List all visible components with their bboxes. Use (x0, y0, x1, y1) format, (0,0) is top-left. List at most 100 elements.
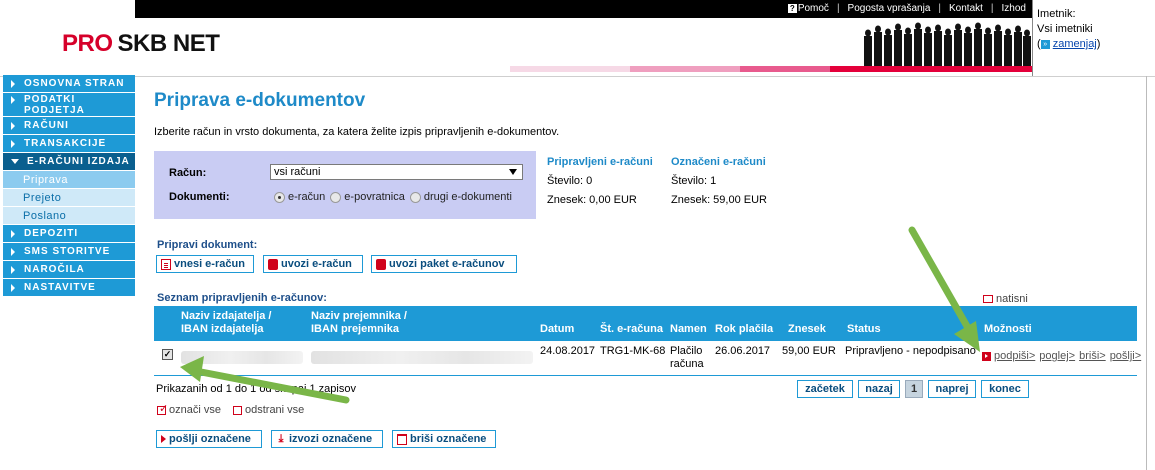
sidebar-item-einvoices-issue[interactable]: E-RAČUNI IZDAJA (3, 153, 135, 171)
logout-link[interactable]: Izhod (1002, 3, 1026, 14)
account-select[interactable]: vsi računi (270, 164, 523, 180)
chevron-right-icon (11, 247, 15, 256)
import-einvoice-package-button[interactable]: uvozi paket e-računov (371, 255, 517, 273)
sidebar-item-transactions[interactable]: TRANSAKCIJE (3, 135, 135, 153)
sidebar-item-deposits[interactable]: DEPOZITI (3, 225, 135, 243)
trash-icon (397, 433, 407, 445)
document-type-radios: e-račun e-povratnica drugi e-dokumenti (274, 191, 517, 203)
pager-first-button[interactable]: začetek (797, 380, 853, 398)
redacted-recipient (311, 351, 533, 364)
help-link[interactable]: Pomoč (798, 3, 829, 14)
mark-all-link[interactable]: označi vse (157, 402, 221, 416)
sidebar-subitem-sent[interactable]: Poslano (3, 207, 135, 225)
radio-other-edocs[interactable]: drugi e-dokumenti (409, 191, 512, 203)
pager-prev-button[interactable]: nazaj (858, 380, 900, 398)
export-marked-button[interactable]: ⤓ izvozi označene (271, 430, 383, 448)
chevron-right-icon (11, 121, 15, 130)
document-icon (161, 258, 171, 270)
radio-selected-icon (274, 191, 285, 203)
import-package-icon (376, 258, 386, 270)
delete-link[interactable]: briši> (1079, 350, 1106, 362)
cell-number: TRG1-MK-68 (600, 345, 666, 357)
col-amount: Znesek (788, 323, 826, 335)
chevron-right-icon (11, 265, 15, 274)
download-icon: ⤓ (278, 432, 284, 445)
help-icon: ? (787, 4, 797, 13)
sidebar-item-accounts[interactable]: RAČUNI (3, 117, 135, 135)
change-owner-link[interactable]: zamenjaj (1053, 38, 1097, 50)
col-recipient: Naziv prejemnika / IBAN prejemnika (311, 310, 407, 335)
intro-text: Izberite račun in vrsto dokumenta, za ka… (154, 126, 560, 138)
import-einvoice-button[interactable]: uvozi e-račun (263, 255, 363, 273)
faq-link[interactable]: Pogosta vprašanja (848, 3, 931, 14)
import-icon (268, 258, 278, 270)
cell-status: Pripravljeno - nepodpisano (845, 345, 976, 357)
view-link[interactable]: poglej> (1039, 350, 1075, 362)
empty-box-icon (232, 405, 242, 415)
right-border (1146, 76, 1147, 470)
filter-panel: Račun: vsi računi Dokumenti: e-račun e-p… (154, 151, 536, 219)
sidebar-item-sms[interactable]: SMS STORITVE (3, 243, 135, 261)
prepared-count: Število: 0 (547, 175, 593, 187)
send-link[interactable]: pošlji> (1110, 350, 1142, 362)
sidebar-item-orders[interactable]: NAROČILA (3, 261, 135, 279)
owner-change: (» zamenjaj) (1037, 38, 1101, 50)
owner-box: Imetnik: Vsi imetniki (» zamenjaj) (1032, 0, 1155, 76)
prepare-document-title: Pripravi dokument: (157, 239, 258, 251)
radio-icon (330, 191, 342, 203)
col-date: Datum (540, 323, 575, 335)
col-issuer: Naziv izdajatelja / IBAN izdajatelja (181, 310, 272, 335)
cell-date: 24.08.2017 (540, 345, 596, 357)
print-link[interactable]: natisni (983, 293, 1028, 305)
pager-last-button[interactable]: konec (981, 380, 1029, 398)
chevron-right-icon (11, 96, 15, 104)
col-number: Št. e-računa (600, 323, 663, 335)
col-options: Možnosti (984, 323, 1032, 335)
checkmark-icon (157, 402, 168, 415)
chevron-right-icon (11, 79, 15, 88)
table-row: ✓ 24.08.2017 TRG1-MK-68 Plačilo računa 26… (154, 341, 1141, 376)
header-stripe (0, 66, 1032, 72)
sign-link[interactable]: podpiši> (994, 350, 1035, 362)
send-arrow-icon (161, 435, 166, 443)
col-status: Status (847, 323, 881, 335)
logo[interactable]: PRO SKB NET (62, 30, 220, 58)
change-owner-icon: » (1040, 39, 1050, 49)
sidebar-item-settings[interactable]: NASTAVITVE (3, 279, 135, 297)
owner-label: Imetnik: (1037, 8, 1076, 20)
radio-ereturn[interactable]: e-povratnica (330, 191, 405, 203)
cell-purpose: Plačilo računa (670, 345, 704, 370)
sidebar-subitem-prepare[interactable]: Priprava (3, 171, 135, 189)
col-purpose: Namen (670, 323, 707, 335)
chevron-right-icon (11, 139, 15, 148)
sidebar-item-home[interactable]: OSNOVNA STRAN (3, 75, 135, 93)
sidebar-item-company-data[interactable]: PODATKI PODJETJA (3, 93, 135, 117)
prepared-title: Pripravljeni e-računi (547, 156, 653, 168)
row-actions: podpiši> poglej> briši> pošlji> (982, 350, 1145, 362)
send-marked-button[interactable]: pošlji označene (156, 430, 262, 448)
sign-icon (982, 351, 991, 361)
record-count: Prikazanih od 1 do 1 od skupaj 1 zapisov (156, 383, 356, 395)
page-title: Priprava e-dokumentov (154, 90, 366, 111)
redacted-issuer (181, 351, 303, 364)
einvoice-table: Naziv izdajatelja / IBAN izdajatelja Nazi… (154, 306, 1141, 376)
owner-value: Vsi imetniki (1037, 23, 1093, 35)
marked-amount: Znesek: 59,00 EUR (671, 194, 767, 206)
radio-einvoice[interactable]: e-račun (274, 191, 325, 203)
logo-pro: PRO (62, 30, 113, 57)
enter-einvoice-button[interactable]: vnesi e-račun (156, 255, 254, 273)
marked-title: Označeni e-računi (671, 156, 766, 168)
sidebar: OSNOVNA STRAN PODATKI PODJETJA RAČUNI TR… (3, 75, 135, 297)
prepared-stats: Pripravljeni e-računi Število: 0 Znesek:… (547, 153, 653, 210)
marked-count: Število: 1 (671, 175, 717, 187)
row-checkbox[interactable]: ✓ (162, 349, 173, 360)
sidebar-subitem-received[interactable]: Prejeto (3, 189, 135, 207)
header-divider (0, 76, 1155, 77)
contact-link[interactable]: Kontakt (949, 3, 983, 14)
unmark-all-link[interactable]: odstrani vse (232, 404, 304, 416)
delete-marked-button[interactable]: briši označene (392, 430, 496, 448)
pager-current-page[interactable]: 1 (905, 380, 923, 398)
pager-next-button[interactable]: naprej (928, 380, 976, 398)
chevron-right-icon (11, 283, 15, 292)
account-label: Račun: (169, 167, 207, 179)
